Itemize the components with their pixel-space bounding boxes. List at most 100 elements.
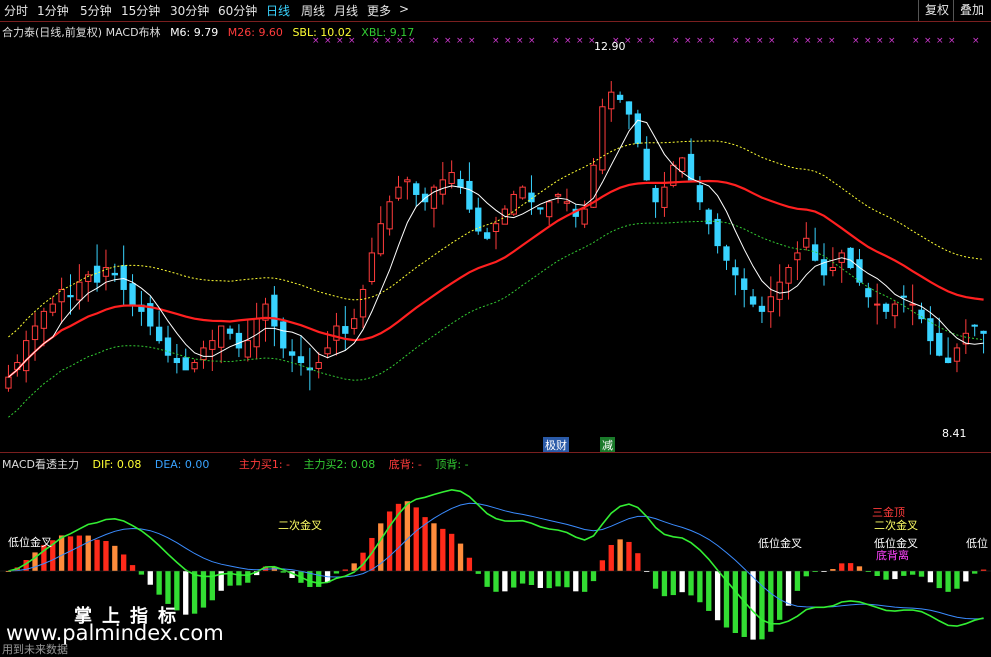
- candle-body: [537, 207, 544, 210]
- candle-body: [40, 310, 48, 329]
- macd-bar: [750, 571, 756, 640]
- tab-30min[interactable]: 30分钟: [170, 2, 209, 19]
- tab-1min[interactable]: 1分钟: [37, 2, 69, 19]
- candle-body: [785, 267, 792, 284]
- macd-bar: [697, 571, 703, 603]
- macd-bar: [883, 571, 889, 580]
- signal-marker: ×: [636, 36, 644, 46]
- candle-body: [643, 148, 650, 181]
- candle-body: [936, 332, 943, 356]
- macd-bar: [245, 571, 251, 583]
- macd-bar: [847, 563, 854, 571]
- candle-body: [483, 232, 491, 239]
- candle-body: [554, 193, 562, 197]
- adjust-button[interactable]: 复权: [918, 0, 955, 21]
- candle-body: [209, 340, 216, 350]
- candle-body: [67, 295, 74, 298]
- macd-bar: [918, 571, 925, 577]
- candle-body: [767, 296, 774, 313]
- macd-bar: [856, 566, 863, 571]
- macd-bar: [927, 571, 934, 583]
- tab-5min[interactable]: 5分钟: [80, 2, 112, 19]
- signal-marker: ×: [432, 36, 440, 46]
- candle-body: [280, 321, 287, 349]
- tab-monthly[interactable]: 月线: [334, 2, 358, 19]
- macd-bar: [449, 533, 455, 571]
- high-price-label: 12.90: [594, 40, 626, 53]
- tab-more[interactable]: 更多: [367, 2, 391, 19]
- signal-marker: ×: [336, 36, 344, 46]
- signal-marker: ×: [564, 36, 572, 46]
- candle-body: [404, 179, 411, 183]
- candle-body: [679, 157, 686, 173]
- candle-body: [634, 113, 641, 144]
- overlay-button[interactable]: 叠加: [953, 0, 990, 21]
- candle-body: [173, 357, 181, 364]
- signal-marker: ×: [936, 36, 944, 46]
- macd-bar: [528, 571, 535, 586]
- tab-daily[interactable]: 日线: [266, 2, 290, 19]
- candle-body: [874, 303, 881, 306]
- candle-body: [129, 283, 136, 305]
- macd-bar: [909, 571, 916, 575]
- candle-body: [794, 252, 801, 261]
- macd-bar: [652, 571, 659, 589]
- candle-body: [102, 267, 110, 277]
- candle-body: [413, 183, 420, 195]
- macd-bar: [626, 541, 632, 571]
- signal-marker: ×: [408, 36, 416, 46]
- macd-bar: [803, 571, 809, 577]
- signal-marker: ×: [876, 36, 884, 46]
- macd-bar: [688, 571, 694, 596]
- macd-bar: [537, 571, 543, 588]
- signal-marker: ×: [696, 36, 704, 46]
- macd-bar: [236, 571, 242, 586]
- macd-bar: [573, 571, 579, 592]
- candle-body: [466, 180, 473, 210]
- macd-bar: [67, 536, 74, 571]
- candle-body: [803, 237, 810, 248]
- tab-intraday[interactable]: 分时: [4, 2, 28, 19]
- macd-bar: [129, 565, 136, 571]
- label-second-cross-2: 二次金叉: [874, 519, 918, 532]
- candle-body: [882, 303, 890, 312]
- macd-bar: [706, 571, 712, 611]
- signal-marker: ×: [684, 36, 692, 46]
- macd-bar: [333, 571, 340, 574]
- macd-bar: [564, 571, 570, 588]
- macd-bar: [963, 571, 969, 582]
- signal-tag-2: 减: [600, 437, 615, 453]
- candle-body: [652, 187, 659, 203]
- more-arrow-icon[interactable]: >: [399, 2, 409, 16]
- candle-body: [581, 208, 588, 225]
- candle-body: [200, 347, 207, 361]
- signal-marker: ×: [816, 36, 824, 46]
- candle-body: [847, 247, 854, 269]
- tab-60min[interactable]: 60分钟: [218, 2, 257, 19]
- candle-body: [599, 106, 606, 171]
- macd-bar: [431, 523, 437, 571]
- label-low-cross-1: 低位金叉: [8, 536, 52, 549]
- candle-body: [244, 340, 251, 358]
- macd-bar: [936, 571, 942, 589]
- candle-body: [891, 303, 899, 317]
- tab-15min[interactable]: 15分钟: [121, 2, 160, 19]
- tab-weekly[interactable]: 周线: [301, 2, 325, 19]
- candle-body: [23, 340, 30, 372]
- future-data-note: 用到未来数据: [2, 643, 68, 656]
- macd-bar: [892, 571, 898, 580]
- macd-bar: [874, 571, 880, 577]
- signal-marker: ×: [396, 36, 404, 46]
- signal-marker: ×: [456, 36, 464, 46]
- candle-body: [377, 223, 384, 255]
- candle-body: [164, 337, 172, 356]
- macd-bar: [679, 571, 685, 593]
- macd-bar: [945, 571, 951, 592]
- candle-body: [980, 330, 987, 334]
- candle-body: [927, 318, 934, 342]
- macd-bar: [76, 535, 83, 571]
- candle-body: [696, 185, 704, 203]
- macd-bar: [475, 571, 481, 574]
- period-toolbar: 分时 1分钟 5分钟 15分钟 30分钟 60分钟 日线 周线 月线 更多 > …: [0, 0, 991, 22]
- candle-body: [368, 252, 376, 283]
